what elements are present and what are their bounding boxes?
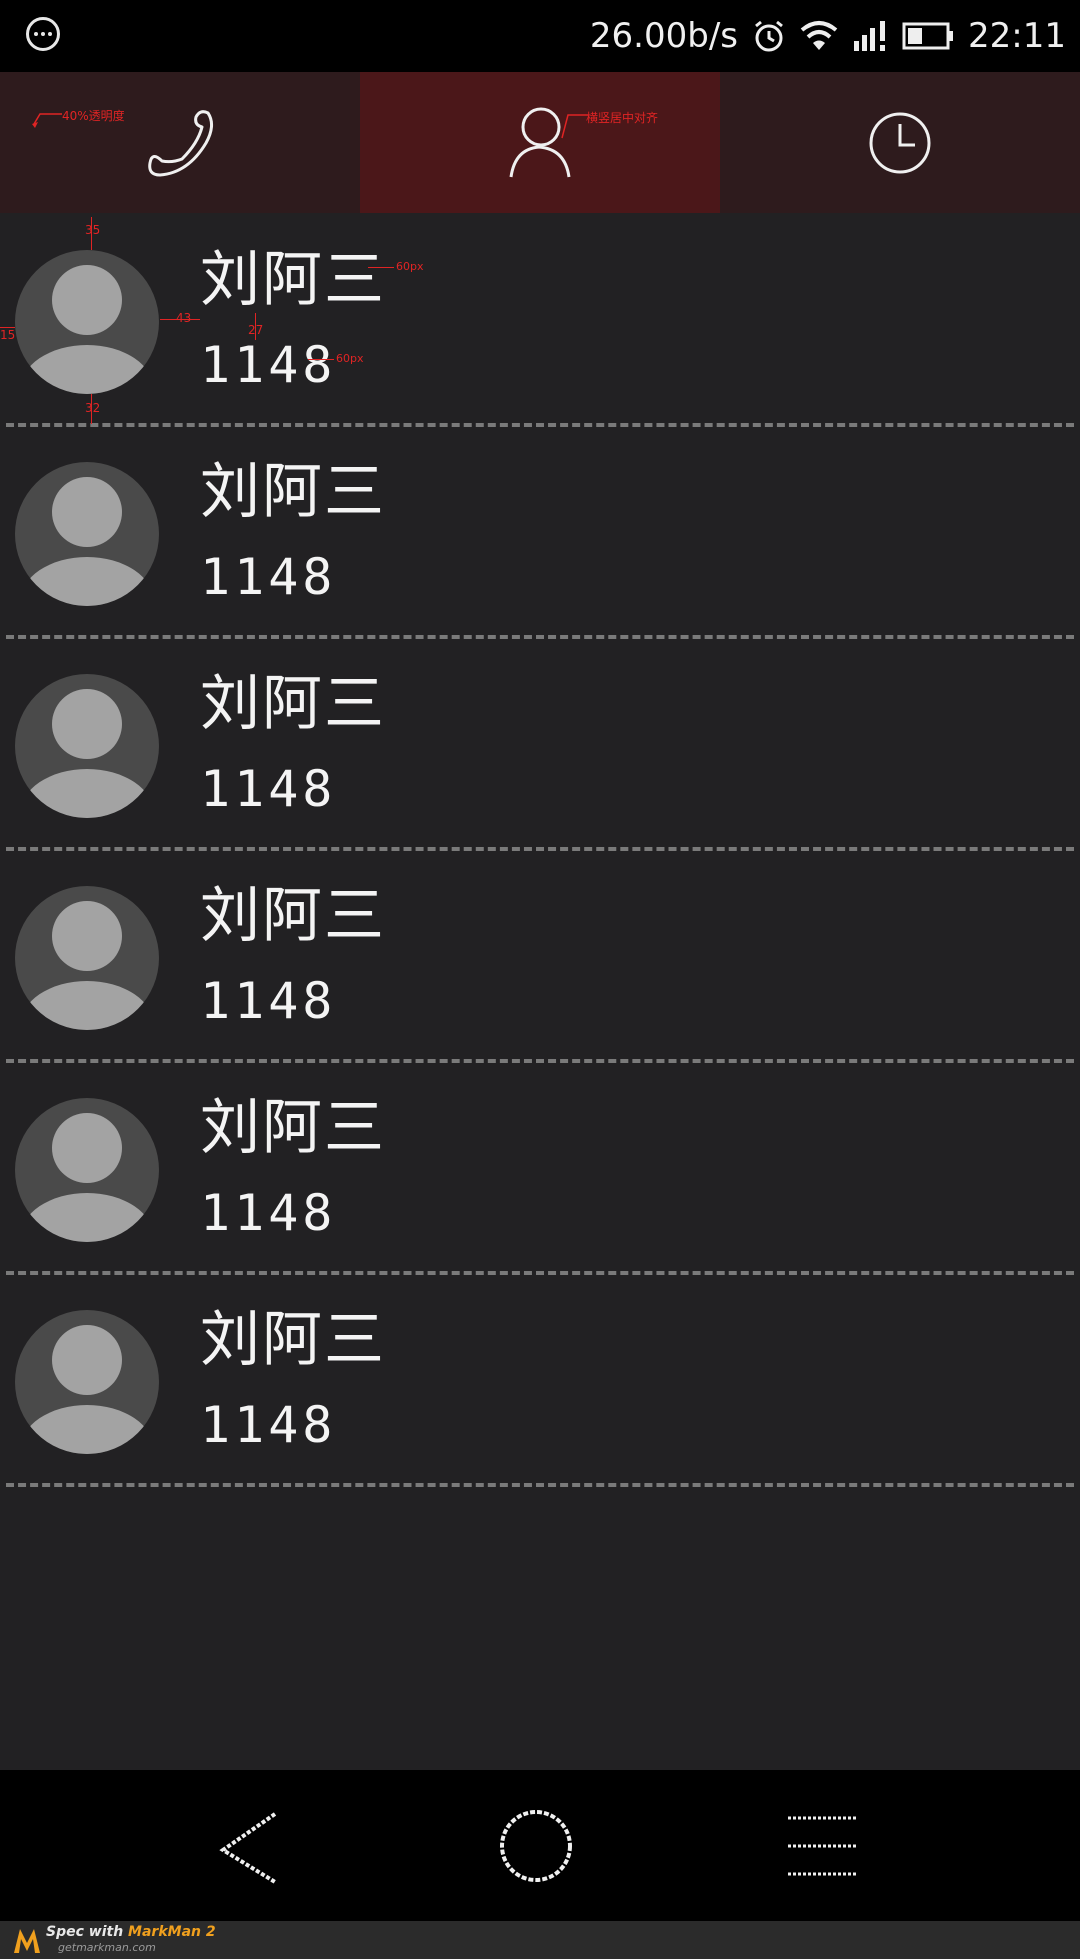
contact-name: 刘阿三 — [200, 669, 386, 739]
tab-phone[interactable]: 40%透明度 — [0, 72, 360, 213]
tab-bar: 40%透明度 横竖居中对齐 — [0, 72, 1080, 213]
contact-name: 刘阿三 — [200, 245, 386, 315]
annotation-arrow — [561, 114, 588, 139]
dimension-label: 60px — [396, 260, 424, 273]
menu-dots-icon — [26, 17, 60, 51]
alarm-icon — [755, 20, 783, 52]
spec-footer: Spec with MarkMan 2 getmarkman.com — [0, 1921, 1080, 1959]
clock: 22:11 — [968, 16, 1066, 56]
wifi-icon — [800, 21, 838, 50]
avatar — [15, 462, 159, 606]
dimension-label: 27 — [248, 323, 264, 337]
tab-contacts[interactable]: 横竖居中对齐 — [360, 72, 720, 213]
contact-name: 刘阿三 — [200, 1093, 386, 1163]
contact-name: 刘阿三 — [200, 1305, 386, 1375]
contact-row[interactable]: 刘阿三 1148 35 32 15 43 27 60px 60px — [0, 215, 1080, 427]
contact-number: 1148 — [200, 1184, 337, 1242]
signal-icon — [854, 21, 886, 51]
markman-logo — [14, 1929, 40, 1953]
dimension-label: 60px — [336, 352, 364, 365]
contact-number: 1148 — [200, 548, 337, 606]
contact-row[interactable]: 刘阿三 1148 — [0, 427, 1080, 639]
footer-url: getmarkman.com — [58, 1941, 156, 1954]
avatar — [15, 1310, 159, 1454]
navigation-bar — [0, 1770, 1080, 1921]
align-note: 横竖居中对齐 — [586, 111, 659, 125]
clock-icon — [869, 112, 931, 173]
avatar — [15, 886, 159, 1030]
contact-name: 刘阿三 — [200, 457, 386, 527]
contact-row[interactable]: 刘阿三 1148 — [0, 1063, 1080, 1275]
dimension-label: 43 — [176, 311, 192, 325]
contact-row[interactable]: 刘阿三 1148 — [0, 639, 1080, 851]
avatar — [15, 1098, 159, 1242]
dimension-line — [368, 267, 394, 268]
dimension-label: 32 — [85, 401, 101, 415]
status-bar: 26.00b/s 22:11 — [0, 0, 1080, 72]
contact-number: 1148 — [200, 336, 337, 394]
home-icon[interactable] — [498, 1808, 574, 1884]
contact-number: 1148 — [200, 972, 337, 1030]
contact-list: 刘阿三 1148 35 32 15 43 27 60px 60px 刘阿三 11… — [0, 215, 1080, 1487]
dimension-line — [308, 359, 334, 360]
contact-row[interactable]: 刘阿三 1148 — [0, 851, 1080, 1063]
contact-number: 1148 — [200, 1396, 337, 1454]
divider — [6, 1483, 1074, 1487]
contact-row[interactable]: 刘阿三 1148 — [0, 1275, 1080, 1487]
dimension-label: 35 — [85, 223, 101, 237]
back-icon[interactable] — [215, 1810, 285, 1886]
avatar — [15, 250, 159, 394]
tab-recent[interactable] — [720, 72, 1080, 213]
contact-number: 1148 — [200, 760, 337, 818]
dimension-label: 15 — [0, 328, 16, 342]
annotation-arrow — [32, 113, 62, 128]
footer-brand: Spec with MarkMan 2 — [46, 1924, 216, 1940]
battery-icon — [902, 22, 954, 50]
contact-name: 刘阿三 — [200, 881, 386, 951]
menu-icon[interactable] — [786, 1812, 860, 1882]
avatar — [15, 674, 159, 818]
phone-icon — [148, 109, 213, 176]
opacity-note: 40%透明度 — [62, 109, 125, 123]
network-speed: 26.00b/s — [589, 16, 739, 56]
